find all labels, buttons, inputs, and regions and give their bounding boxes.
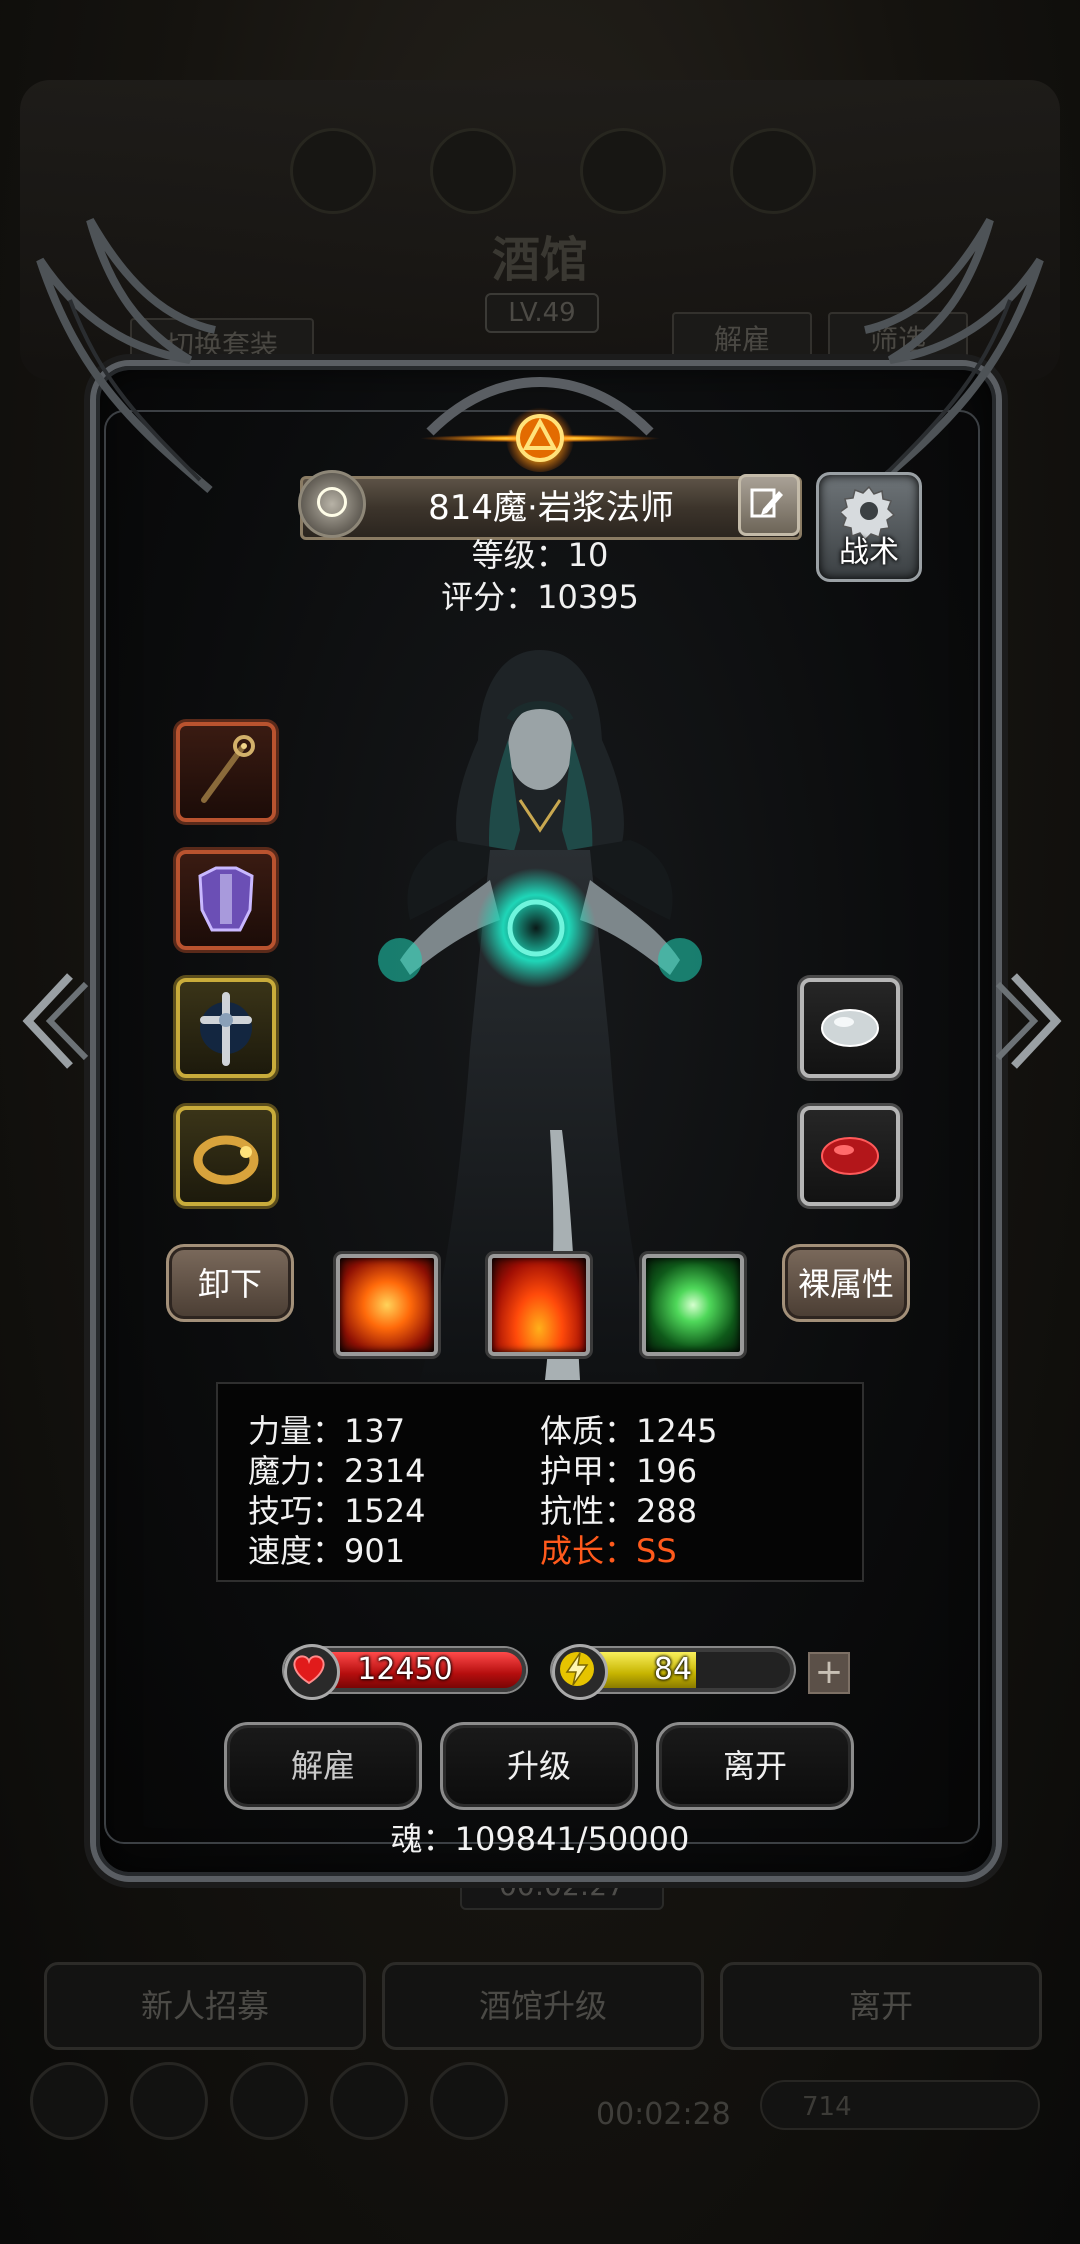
bg-round-icon: [330, 2062, 408, 2140]
red-gem-icon: [821, 1137, 879, 1175]
bg-round-icon: [430, 2062, 508, 2140]
tactics-button[interactable]: 战术: [816, 472, 922, 582]
right-wing-ornament: [864, 218, 1044, 494]
tavern-title: 酒馆: [491, 232, 588, 288]
soul-counter: 魂：109841/50000: [390, 1820, 690, 1858]
stat-growth: 成长：SS: [540, 1532, 677, 1570]
medal-icon[interactable]: [298, 470, 366, 538]
ring-icon: [193, 1135, 259, 1185]
bg-round-icon: [230, 2062, 308, 2140]
prev-hero-arrow-icon[interactable]: [14, 966, 94, 1076]
amulet-icon: [200, 992, 252, 1066]
flame-skill-icon[interactable]: [488, 1254, 590, 1356]
white-gem-icon: [821, 1009, 879, 1047]
gem-slot-2[interactable]: [800, 1106, 900, 1206]
tavern-level: LV.49: [485, 293, 599, 333]
next-hero-arrow-icon[interactable]: [990, 966, 1070, 1076]
heart-icon: [284, 1644, 340, 1700]
bg-tab-icon: [730, 128, 816, 214]
dismiss-button[interactable]: 解雇: [224, 1722, 422, 1810]
edit-name-icon[interactable]: [738, 474, 800, 536]
base-attributes-button[interactable]: 裸属性: [782, 1244, 910, 1322]
hero-level: 等级：10: [471, 536, 609, 574]
lightning-icon: [552, 1644, 608, 1700]
bg-timer-2: 00:02:28: [596, 2097, 731, 2132]
bg-leave-button: 离开: [720, 1962, 1042, 2050]
bg-round-icon: [130, 2062, 208, 2140]
equip-slot-ring[interactable]: [176, 1106, 276, 1206]
bg-tab-icon: [290, 128, 376, 214]
upgrade-tavern-button: 酒馆升级: [382, 1962, 704, 2050]
add-energy-button[interactable]: +: [808, 1652, 850, 1694]
upgrade-button[interactable]: 升级: [440, 1722, 638, 1810]
dialog-emblem-icon: [420, 376, 660, 472]
green-crystal-skill-icon[interactable]: [642, 1254, 744, 1356]
bg-tab-icon: [430, 128, 516, 214]
fire-burst-skill-icon[interactable]: [336, 1254, 438, 1356]
bg-round-icon: [30, 2062, 108, 2140]
chest-armor-icon: [198, 866, 254, 932]
left-wing-ornament: [36, 218, 216, 494]
leave-button[interactable]: 离开: [656, 1722, 854, 1810]
stats-panel: 力量：137 魔力：2314 技巧：1524 速度：901 体质：1245 护甲…: [216, 1382, 864, 1582]
tactics-label: 战术: [839, 535, 899, 570]
bg-tab-icon: [580, 128, 666, 214]
bg-resource-bar: 714: [760, 2080, 1040, 2130]
hero-score: 评分：10395: [441, 578, 639, 616]
equip-slot-weapon[interactable]: [176, 722, 276, 822]
recruit-button: 新人招募: [44, 1962, 366, 2050]
gem-slot-1[interactable]: [800, 978, 900, 1078]
unequip-button[interactable]: 卸下: [166, 1244, 294, 1322]
staff-icon: [201, 735, 255, 803]
equip-slot-amulet[interactable]: [176, 978, 276, 1078]
equip-slot-armor[interactable]: [176, 850, 276, 950]
stat-speed: 速度：901: [248, 1532, 406, 1570]
